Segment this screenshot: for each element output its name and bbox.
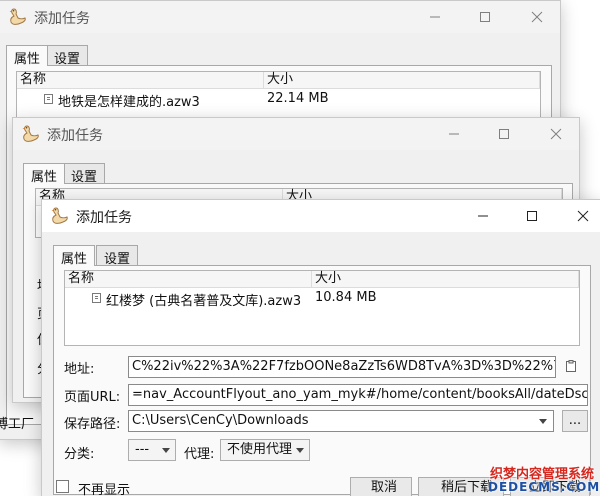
dont-show-checkbox[interactable] bbox=[56, 480, 69, 493]
minimize-icon bbox=[429, 11, 441, 23]
close-icon bbox=[577, 210, 589, 222]
save-path-value: C:\Users\CenCy\Downloads bbox=[132, 413, 309, 428]
column-header-size[interactable]: 大小 bbox=[312, 271, 579, 288]
column-header-size[interactable]: 大小 bbox=[264, 72, 540, 89]
minimize-icon bbox=[448, 128, 460, 140]
browse-button[interactable]: ... bbox=[562, 410, 588, 432]
tab-properties[interactable]: 属性 bbox=[6, 45, 49, 67]
window-title: 添加任务 bbox=[76, 210, 132, 226]
add-task-window-front: 添加任务 属性 设置 名称 大小 红楼梦 (古典名著普及文库).azw3 10.… bbox=[41, 199, 600, 496]
tab-properties[interactable]: 属性 bbox=[53, 245, 96, 267]
goose-app-icon bbox=[21, 124, 41, 144]
close-button[interactable] bbox=[560, 200, 600, 232]
properties-panel: 名称 大小 红楼梦 (古典名著普及文库).azw3 10.84 MB 地址: C… bbox=[53, 265, 591, 496]
window-title: 添加任务 bbox=[47, 128, 103, 144]
chevron-down-icon bbox=[296, 448, 304, 453]
close-icon bbox=[550, 128, 562, 140]
site-watermark: 织梦内容管理系统 DEDECMS.COM bbox=[488, 468, 600, 495]
maximize-icon bbox=[479, 11, 491, 23]
maximize-icon bbox=[526, 210, 538, 222]
maximize-button[interactable] bbox=[509, 200, 555, 232]
file-size: 22.14 MB bbox=[267, 91, 329, 106]
title-bar[interactable]: 添加任务 bbox=[13, 118, 579, 150]
proxy-value: 不使用代理 bbox=[227, 442, 293, 457]
window-title: 添加任务 bbox=[34, 11, 90, 27]
file-size: 10.84 MB bbox=[315, 290, 377, 305]
partial-label: 博工厂 bbox=[0, 417, 35, 432]
tab-settings[interactable]: 设置 bbox=[96, 245, 139, 267]
dont-show-label: 不再显示 bbox=[78, 483, 131, 496]
address-label: 地址: bbox=[64, 362, 95, 377]
page-url-label: 页面URL: bbox=[64, 390, 121, 405]
save-path-label: 保存路径: bbox=[64, 417, 121, 432]
file-icon bbox=[44, 94, 53, 104]
category-label: 分类: bbox=[64, 447, 95, 462]
minimize-button[interactable] bbox=[460, 200, 506, 232]
goose-app-icon bbox=[50, 206, 70, 226]
cancel-button[interactable]: 取消 bbox=[350, 477, 412, 496]
file-list[interactable]: 名称 大小 红楼梦 (古典名著普及文库).azw3 10.84 MB bbox=[64, 270, 580, 346]
column-header-name[interactable]: 名称 bbox=[65, 271, 312, 288]
goose-app-icon bbox=[8, 7, 28, 27]
proxy-select[interactable]: 不使用代理 bbox=[220, 439, 310, 461]
file-name: 红楼梦 (古典名著普及文库).azw3 bbox=[106, 294, 302, 309]
page-url-input[interactable]: =nav_AccountFlyout_ano_yam_myk#/home/con… bbox=[128, 384, 588, 406]
title-bar[interactable]: 添加任务 bbox=[42, 200, 600, 232]
address-input[interactable]: C%22iv%22%3A%22F7fzbOONe8aZzTs6WD8TvA%3D… bbox=[128, 356, 556, 378]
close-icon bbox=[531, 11, 543, 23]
download-later-label: 稍后下载 bbox=[441, 480, 494, 495]
minimize-button[interactable] bbox=[431, 118, 477, 150]
close-button[interactable] bbox=[533, 118, 579, 150]
title-bar[interactable]: 添加任务 bbox=[0, 1, 560, 33]
watermark-line-2: DEDECMS.COM bbox=[488, 480, 600, 495]
cancel-label: 取消 bbox=[371, 480, 398, 495]
paste-icon[interactable] bbox=[566, 360, 576, 372]
chevron-down-icon[interactable] bbox=[539, 419, 547, 424]
tab-settings[interactable]: 设置 bbox=[46, 45, 89, 67]
minimize-icon bbox=[477, 210, 489, 222]
file-row[interactable]: 红楼梦 (古典名著普及文库).azw3 10.84 MB bbox=[65, 289, 579, 309]
category-value: --- bbox=[135, 442, 150, 457]
minimize-button[interactable] bbox=[412, 1, 458, 33]
tab-properties[interactable]: 属性 bbox=[23, 163, 66, 185]
file-icon bbox=[92, 293, 101, 303]
maximize-icon bbox=[498, 128, 510, 140]
chevron-down-icon bbox=[162, 448, 170, 453]
tab-settings[interactable]: 设置 bbox=[63, 163, 106, 185]
column-header-name[interactable]: 名称 bbox=[17, 72, 264, 89]
category-select[interactable]: --- bbox=[128, 439, 176, 461]
file-list[interactable]: 名称 大小 地铁是怎样建成的.azw3 22.14 MB bbox=[16, 71, 541, 121]
maximize-button[interactable] bbox=[462, 1, 508, 33]
close-button[interactable] bbox=[514, 1, 560, 33]
proxy-label: 代理: bbox=[184, 447, 215, 462]
maximize-button[interactable] bbox=[481, 118, 527, 150]
file-name: 地铁是怎样建成的.azw3 bbox=[58, 95, 200, 110]
save-path-combo[interactable]: C:\Users\CenCy\Downloads bbox=[128, 410, 554, 432]
file-row[interactable]: 地铁是怎样建成的.azw3 22.14 MB bbox=[17, 90, 540, 110]
